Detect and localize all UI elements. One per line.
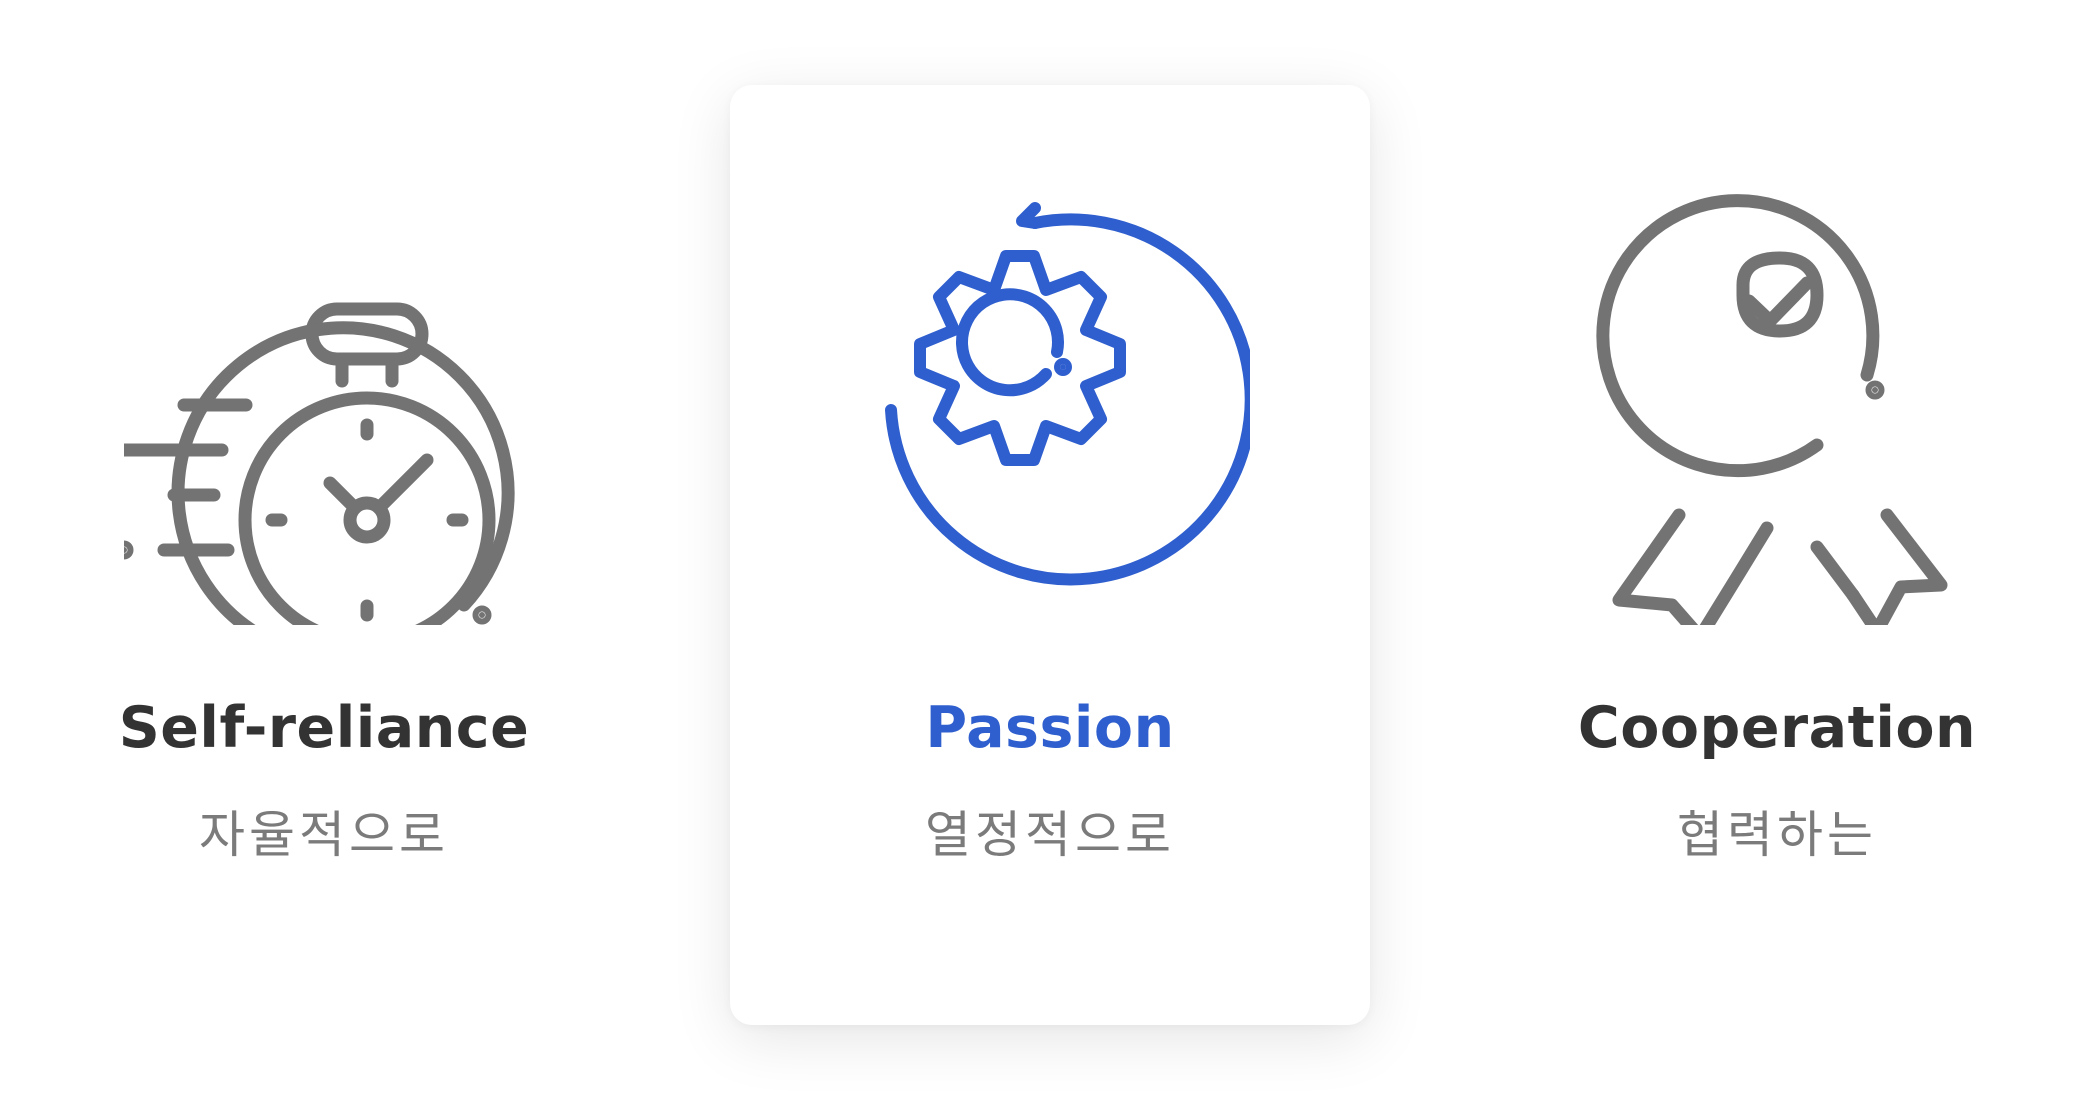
value-subtitle: 협력하는	[1677, 806, 1877, 864]
value-subtitle: 열정적으로	[925, 806, 1175, 864]
gear-cycle-icon	[850, 185, 1250, 625]
value-title: Self-reliance	[118, 695, 530, 761]
value-title: Cooperation	[1577, 695, 1977, 761]
value-card-passion[interactable]: Passion 열정적으로	[730, 85, 1370, 1025]
stopwatch-icon	[124, 185, 524, 625]
value-card-self-reliance[interactable]: Self-reliance 자율적으로	[4, 85, 644, 1025]
value-title: Passion	[925, 695, 1175, 761]
value-card-cooperation[interactable]: Cooperation 협력하는	[1457, 85, 2096, 1025]
award-badge-icon	[1577, 185, 1977, 625]
company-values: Self-reliance 자율적으로 Passion 열정적으로 Cooper…	[0, 0, 2096, 1118]
value-subtitle: 자율적으로	[199, 806, 449, 864]
